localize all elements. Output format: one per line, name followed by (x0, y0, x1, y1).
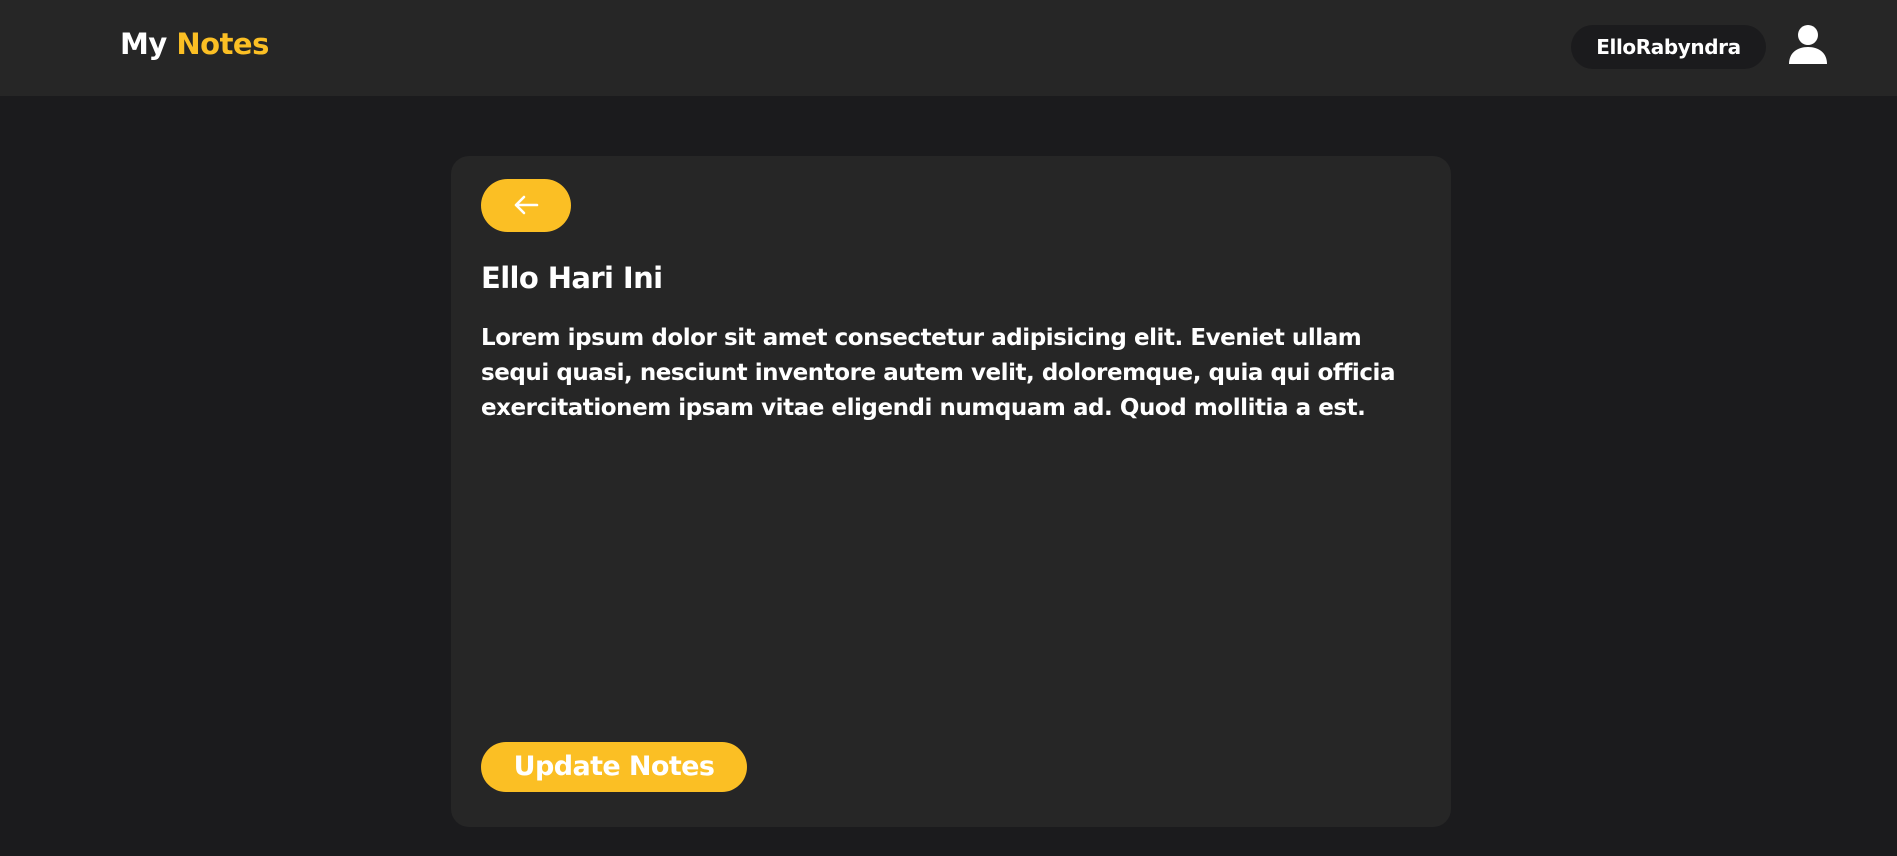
note-body: Lorem ipsum dolor sit amet consectetur a… (481, 325, 1396, 421)
username-badge[interactable]: ElloRabyndra (1571, 25, 1766, 69)
arrow-left-icon (514, 195, 539, 215)
top-navbar: My Notes ElloRabyndra (0, 0, 1897, 96)
note-detail-card: Ello Hari Ini Lorem ipsum dolor sit amet… (451, 156, 1451, 827)
app-logo[interactable]: My Notes (120, 27, 269, 61)
back-button[interactable] (481, 179, 571, 232)
brand-accent: Notes (176, 27, 269, 61)
note-title: Ello Hari Ini (481, 261, 663, 295)
update-notes-button[interactable]: Update Notes (481, 742, 747, 792)
brand-prefix: My (120, 27, 167, 61)
user-icon[interactable] (1787, 24, 1829, 66)
